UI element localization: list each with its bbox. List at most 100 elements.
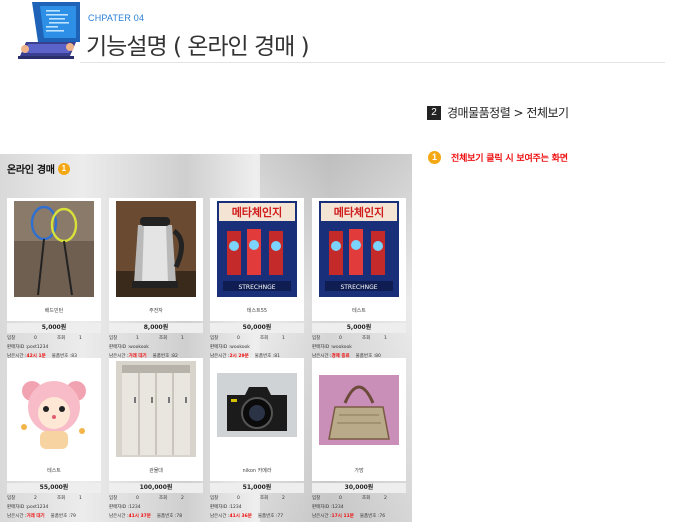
views-label: 조회: [57, 336, 66, 341]
remaining-label: 남은시간 :: [109, 514, 129, 519]
item-photo[interactable]: [210, 358, 304, 461]
remaining-time: 17시 11분: [331, 514, 354, 519]
item-name[interactable]: 테스트: [7, 461, 101, 481]
seller-id: 1234: [332, 505, 344, 510]
page-title: 기능설명 ( 온라인 경매 ): [86, 34, 310, 60]
seller-label: 판매자ID :: [7, 505, 28, 510]
item-name[interactable]: nikon 카메라: [210, 461, 304, 481]
seller-id: 1234: [129, 505, 141, 510]
item-price: 51,000원: [210, 483, 304, 493]
remaining-label: 남은시간 :: [210, 514, 230, 519]
item-photo[interactable]: [109, 198, 203, 301]
item-price: 5,000원: [312, 323, 406, 333]
item-info: 입찰 0 조회 2 판매자ID : 1234 남은시간 : 41시 36분 물품번호 : 7…: [210, 494, 310, 522]
seller-id: post1234: [27, 505, 49, 510]
item-info: 입찰 0 조회 2 판매자ID : 1234 남은시간 : 41시 37분 물품번호 : 7…: [109, 494, 209, 522]
remaining-time: 거래 대기: [26, 514, 45, 519]
step-heading: 2 경매물품정렬 > 전체보기: [427, 104, 569, 121]
remaining-label: 남은시간 :: [7, 514, 27, 519]
bids-label: 입찰: [210, 336, 219, 341]
laptop-coding-icon: [18, 2, 80, 59]
views-label: 조회: [362, 336, 371, 341]
views-count: 2: [282, 496, 285, 501]
views-count: 1: [282, 336, 285, 341]
views-count: 2: [384, 496, 387, 501]
item-photo[interactable]: [7, 198, 101, 301]
item-no: 77: [277, 514, 284, 519]
bids-count: 0: [136, 496, 139, 501]
step-text: 경매물품정렬 > 전체보기: [447, 106, 569, 120]
callout-text: 전체보기 클릭 시 보여주는 화면: [451, 154, 568, 164]
auction-section-title: 온라인 경매 1: [7, 161, 70, 176]
views-count: 2: [181, 496, 184, 501]
svg-text:STRECHNGE: STRECHNGE: [238, 284, 275, 291]
item-name[interactable]: 주전자: [109, 301, 203, 321]
seller-label: 판매자ID :: [210, 505, 231, 510]
item-no-label: 물품번호 :: [50, 514, 71, 519]
item-name[interactable]: 가방: [312, 461, 406, 481]
views-count: 1: [79, 336, 82, 341]
page-header: CHPATER 04 기능설명 ( 온라인 경매 ): [0, 0, 698, 66]
seller-label: 판매자ID :: [312, 505, 333, 510]
callout-badge: 1: [428, 151, 441, 164]
item-price: 100,000원: [109, 483, 203, 493]
item-photo[interactable]: [109, 358, 203, 461]
auction-title-text: 온라인 경매: [7, 165, 55, 176]
item-name[interactable]: 배드민턴: [7, 301, 101, 321]
item-photo[interactable]: 메타체인지 STRECHNGE: [210, 198, 304, 301]
auction-title-badge: 1: [57, 162, 70, 175]
item-no-label: 물품번호 :: [359, 514, 380, 519]
auction-screenshot: 온라인 경매 1 배드민턴 5,000원입찰 0 조회 1 판매자ID : post123…: [0, 154, 412, 522]
seller-label: 판매자ID :: [210, 345, 231, 350]
item-price: 50,000원: [210, 323, 304, 333]
bids-label: 입찰: [7, 336, 16, 341]
bids-label: 입찰: [210, 496, 219, 501]
item-info: 입찰 0 조회 2 판매자ID : 1234 남은시간 : 17시 11분 물품번호 : 7…: [312, 494, 412, 522]
item-name[interactable]: 관물대: [109, 461, 203, 481]
remaining-time: 41시 37분: [128, 514, 151, 519]
bids-label: 입찰: [109, 336, 118, 341]
item-price: 55,000원: [7, 483, 101, 493]
item-name[interactable]: 테스트55: [210, 301, 304, 321]
seller-label: 판매자ID :: [109, 345, 130, 350]
views-count: 1: [384, 336, 387, 341]
views-label: 조회: [260, 336, 269, 341]
views-label: 조회: [57, 496, 66, 501]
seller-id: post1234: [27, 345, 49, 350]
svg-text:메타체인지: 메타체인지: [334, 205, 385, 219]
seller-label: 판매자ID :: [312, 345, 333, 350]
bids-count: 0: [237, 336, 240, 341]
bids-label: 입찰: [312, 496, 321, 501]
views-label: 조회: [159, 496, 168, 501]
item-photo[interactable]: [312, 358, 406, 461]
views-label: 조회: [362, 496, 371, 501]
bids-count: 0: [339, 336, 342, 341]
item-photo[interactable]: [7, 358, 101, 461]
chapter-label: CHPATER 04: [88, 13, 145, 23]
item-no-label: 물품번호 :: [156, 514, 177, 519]
bids-count: 0: [237, 496, 240, 501]
svg-text:메타체인지: 메타체인지: [232, 205, 283, 219]
item-no: 76: [379, 514, 386, 519]
bids-label: 입찰: [312, 336, 321, 341]
header-divider: [80, 62, 665, 63]
item-name[interactable]: 테스트: [312, 301, 406, 321]
bids-count: 2: [34, 496, 37, 501]
bids-count: 1: [136, 336, 139, 341]
item-no: 78: [176, 514, 183, 519]
callout-note: 1 전체보기 클릭 시 보여주는 화면: [428, 151, 568, 164]
views-label: 조회: [260, 496, 269, 501]
step-number: 2: [427, 105, 441, 120]
seller-id: wookook: [230, 345, 250, 350]
views-count: 1: [79, 496, 82, 501]
item-no: 79: [70, 514, 76, 519]
svg-text:STRECHNGE: STRECHNGE: [340, 284, 377, 291]
bids-count: 0: [34, 336, 37, 341]
item-no-label: 물품번호 :: [257, 514, 278, 519]
seller-label: 판매자ID :: [109, 505, 130, 510]
views-count: 1: [181, 336, 184, 341]
seller-id: 1234: [230, 505, 242, 510]
seller-id: wookook: [332, 345, 352, 350]
item-photo[interactable]: 메타체인지 STRECHNGE: [312, 198, 406, 301]
remaining-label: 남은시간 :: [312, 514, 332, 519]
